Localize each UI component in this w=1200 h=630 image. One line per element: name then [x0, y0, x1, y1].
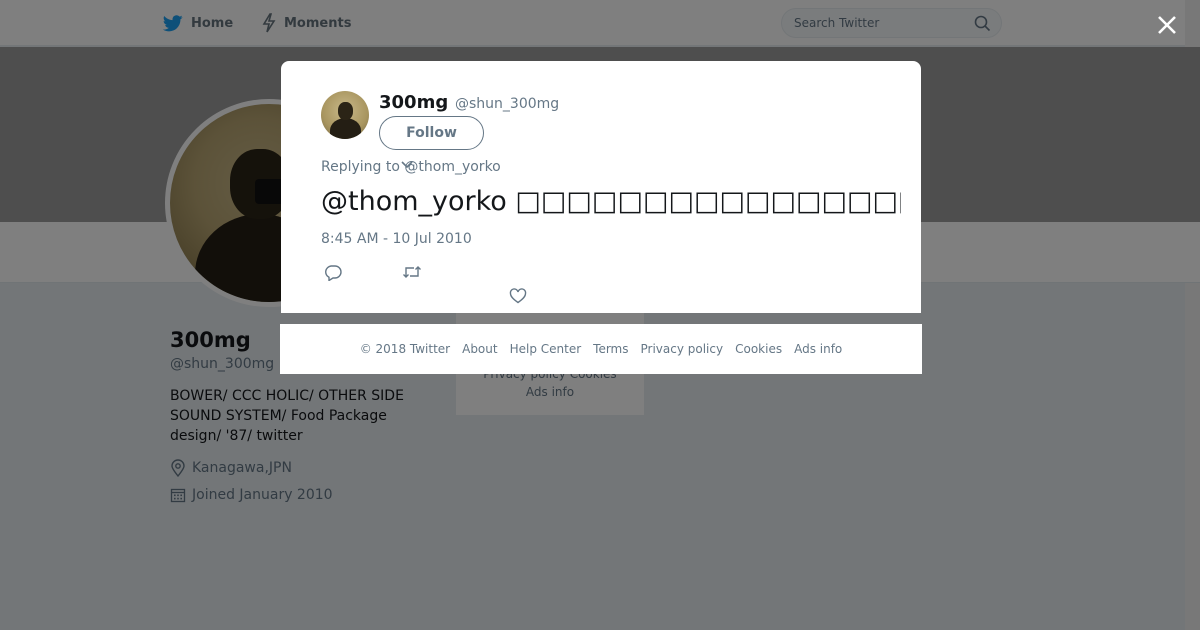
footer-link-about[interactable]: About: [462, 342, 497, 356]
tweet-timestamp[interactable]: 8:45 AM - 10 Jul 2010: [321, 231, 472, 247]
footer-copyright: © 2018 Twitter: [359, 342, 451, 356]
heart-icon[interactable]: [509, 288, 527, 304]
tweet-author-name[interactable]: 300mg: [379, 92, 448, 113]
follow-button[interactable]: Follow: [379, 116, 484, 150]
tweet-author-handle[interactable]: @shun_300mg: [455, 96, 559, 112]
replying-to-prefix: Replying to: [321, 159, 400, 175]
footer-link-terms[interactable]: Terms: [593, 342, 628, 356]
tweet-modal: 300mg @shun_300mg Follow Replying to @th…: [281, 61, 921, 313]
footer-link-cookies[interactable]: Cookies: [735, 342, 782, 356]
tweet-text: @thom_yorko □□□□□□□□□□□□□□□□□□□□□□□□□: [321, 185, 901, 219]
retweet-icon[interactable]: [402, 264, 422, 280]
tweet-mention[interactable]: @thom_yorko: [321, 186, 507, 217]
replying-to: Replying to @thom_yorko: [321, 159, 501, 175]
tweet-author-avatar[interactable]: [321, 91, 369, 139]
modal-footer: © 2018 Twitter About Help Center Terms P…: [280, 324, 922, 374]
footer-link-privacy-policy[interactable]: Privacy policy: [641, 342, 724, 356]
replying-to-mention[interactable]: @thom_yorko: [404, 159, 500, 175]
footer-link-help-center[interactable]: Help Center: [510, 342, 582, 356]
tweet-body: □□□□□□□□□□□□□□□□□□□□□□□□□: [515, 186, 901, 217]
close-button[interactable]: [1154, 12, 1180, 38]
footer-link-ads-info[interactable]: Ads info: [794, 342, 842, 356]
reply-icon[interactable]: [324, 264, 342, 281]
close-icon: [1154, 16, 1180, 42]
